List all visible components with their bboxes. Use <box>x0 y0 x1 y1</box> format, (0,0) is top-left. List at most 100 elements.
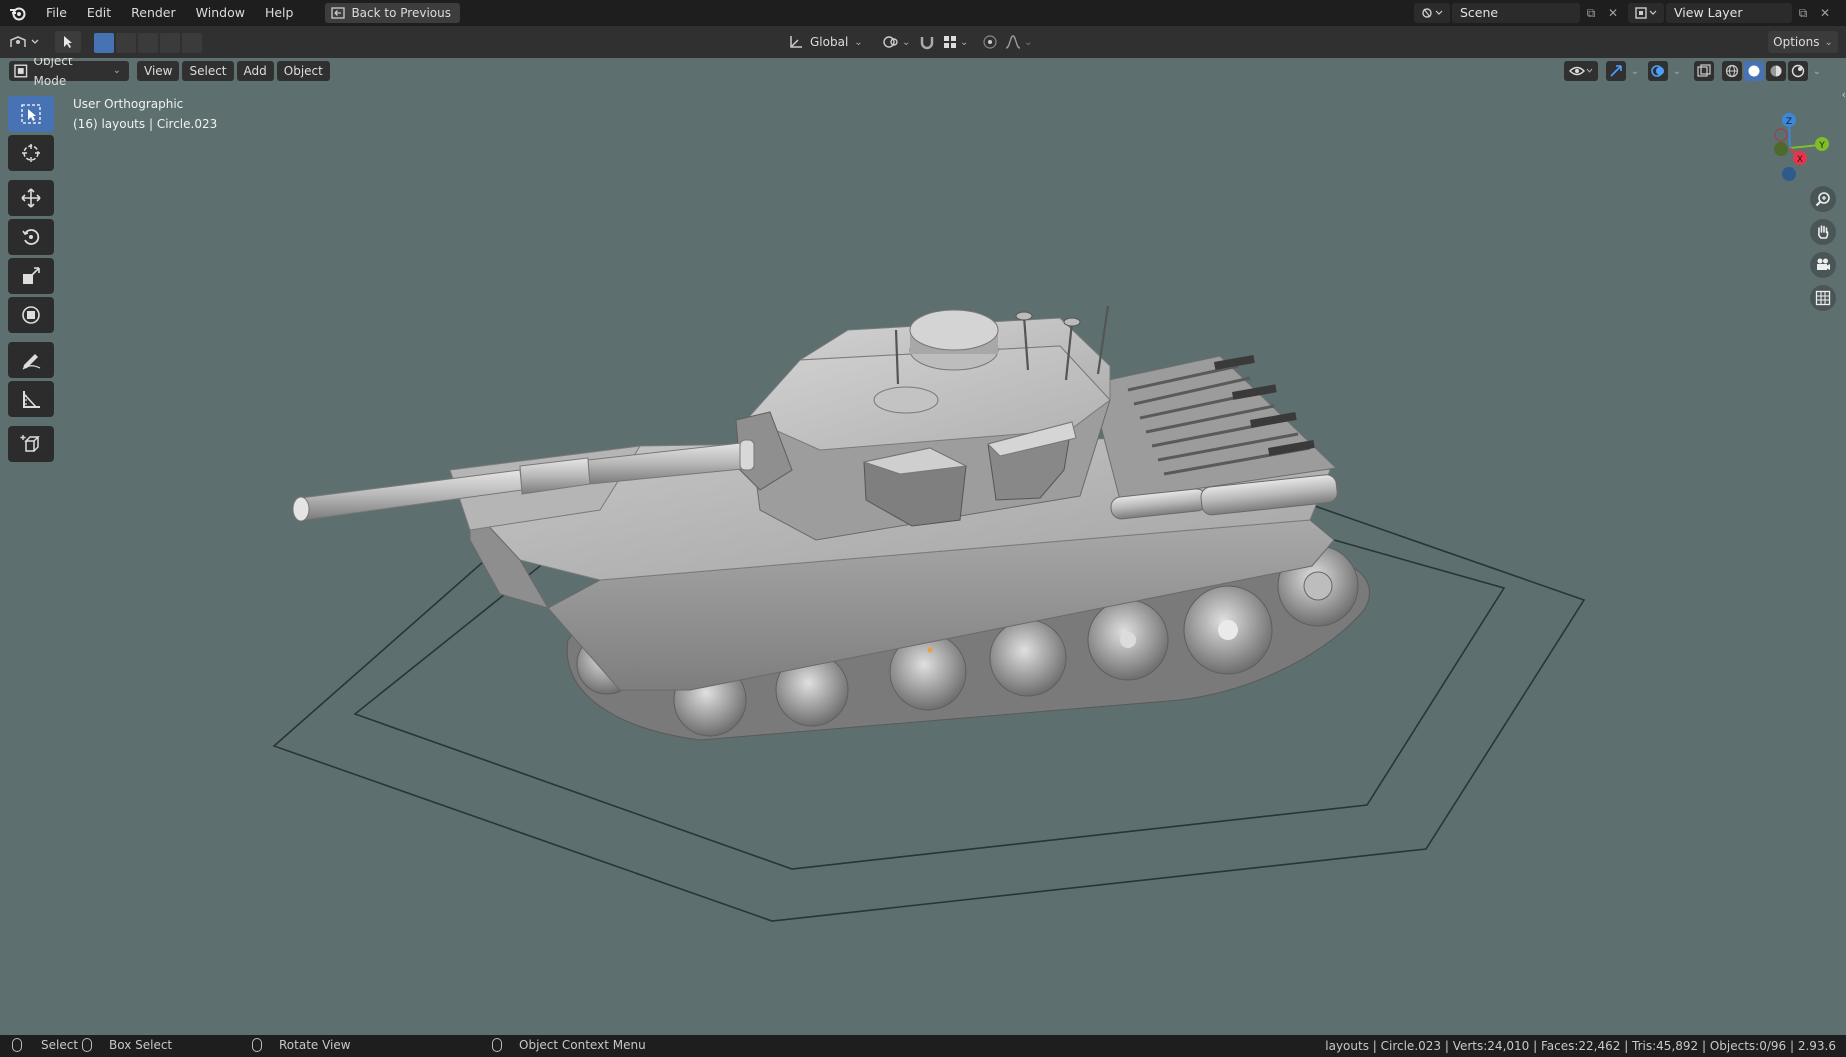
scene-icon <box>1422 8 1443 18</box>
proportional-editing-icon <box>983 35 997 49</box>
add-cube-tool[interactable] <box>8 426 54 462</box>
hint-box-select: Box Select <box>82 1038 172 1052</box>
chevron-down-icon[interactable]: ⌄ <box>1670 61 1684 81</box>
view-layer-icon <box>1635 7 1657 19</box>
left-mouse-icon <box>12 1038 22 1052</box>
select-box-tool[interactable] <box>8 96 54 132</box>
cursor-tool[interactable] <box>8 135 54 171</box>
hint-context-menu: Object Context Menu <box>492 1038 646 1052</box>
menu-help[interactable]: Help <box>255 0 304 26</box>
delete-view-layer-icon[interactable]: ✕ <box>1814 3 1836 23</box>
camera-icon <box>1817 258 1830 270</box>
solid-shading-icon[interactable] <box>1744 61 1764 81</box>
menu-object[interactable]: Object <box>276 61 330 81</box>
gizmo-x-label: X <box>1797 155 1803 165</box>
mode-label: Object Mode <box>33 58 73 88</box>
viewport-visibility-controls: ⌄ ⌄ ⌄ <box>1564 61 1824 81</box>
hint-context-menu-label: Object Context Menu <box>519 1038 646 1052</box>
menu-file[interactable]: File <box>36 0 77 26</box>
menu-window[interactable]: Window <box>186 0 255 26</box>
back-to-previous-button[interactable]: Back to Previous <box>325 3 460 23</box>
pan-view-button[interactable] <box>1810 219 1836 245</box>
viewport-info-overlay: User Orthographic (16) layouts | Circle.… <box>73 94 217 134</box>
rotate-tool[interactable] <box>8 219 54 255</box>
transform-orientation-dropdown[interactable]: Global ⌄ <box>788 31 863 53</box>
select-intersect-mode-icon[interactable] <box>182 33 202 53</box>
scene-name-field[interactable]: Scene <box>1452 3 1580 23</box>
chevron-down-icon: ⌄ <box>960 36 969 48</box>
status-bar: Select Box Select Rotate View Object Con… <box>0 1035 1846 1057</box>
options-dropdown[interactable]: Options ⌄ <box>1768 31 1838 53</box>
active-tool-button[interactable] <box>55 31 81 53</box>
orientation-axes-icon <box>790 36 802 48</box>
rendered-shading-icon[interactable] <box>1788 61 1808 81</box>
menu-select[interactable]: Select <box>182 61 234 81</box>
tool-shelf <box>8 96 54 465</box>
options-label: Options <box>1773 35 1820 49</box>
delete-scene-icon[interactable]: ✕ <box>1602 3 1624 23</box>
scale-tool[interactable] <box>8 258 54 294</box>
snap-target-dropdown[interactable]: ⌄ <box>942 31 968 53</box>
3d-viewport[interactable]: Object Mode ⌄ View Select Add Object ⌄ ⌄ <box>0 58 1846 1035</box>
object-mode-dropdown[interactable]: Object Mode ⌄ <box>9 58 129 88</box>
editor-type-dropdown[interactable] <box>8 31 42 53</box>
transform-tool[interactable] <box>8 297 54 333</box>
proportional-editing-toggle[interactable] <box>982 31 998 53</box>
wireframe-shading-icon[interactable] <box>1722 61 1742 81</box>
back-button-label: Back to Previous <box>351 6 451 20</box>
menu-render[interactable]: Render <box>121 0 186 26</box>
editor-type-icon <box>10 36 39 47</box>
orientation-label: Global <box>810 35 849 49</box>
blender-logo-icon[interactable] <box>0 0 36 26</box>
select-extend-mode-icon[interactable] <box>116 33 136 53</box>
scene-type-dropdown[interactable] <box>1414 3 1450 23</box>
select-set-mode-icon[interactable] <box>94 33 114 53</box>
chevron-down-icon[interactable]: ⌄ <box>1810 61 1824 81</box>
zoom-magnifier-icon <box>1815 192 1830 207</box>
view-layer-name-field[interactable]: View Layer <box>1666 3 1792 23</box>
scene-render <box>272 305 1586 922</box>
select-subtract-mode-icon[interactable] <box>138 33 158 53</box>
gizmo-toggle-icon[interactable] <box>1606 61 1626 81</box>
hint-rotate-view: Rotate View <box>252 1038 351 1052</box>
sidebar-toggle-chevron-icon[interactable]: ‹ <box>1842 88 1846 101</box>
middle-mouse-icon <box>252 1038 262 1052</box>
view-layer-selector: View Layer ⧉ ✕ <box>1628 3 1836 23</box>
gizmo-y-label: Y <box>1818 141 1825 151</box>
top-menu-bar: File Edit Render Window Help Back to Pre… <box>0 0 1846 26</box>
scene-statistics: layouts | Circle.023 | Verts:24,010 | Fa… <box>1325 1039 1836 1053</box>
add-cube-icon <box>20 435 40 452</box>
annotate-pencil-icon <box>22 354 41 370</box>
camera-view-button[interactable] <box>1810 252 1836 278</box>
chevron-down-icon[interactable]: ⌄ <box>1628 61 1642 81</box>
navigation-gizmo[interactable]: Z Y X <box>1740 98 1840 198</box>
object-origin-dot <box>927 647 933 653</box>
hand-icon <box>1817 225 1829 239</box>
proportional-falloff-dropdown[interactable]: ⌄ <box>1004 31 1032 53</box>
material-preview-shading-icon[interactable] <box>1766 61 1786 81</box>
mouse-drag-icon <box>82 1038 92 1052</box>
move-icon <box>21 188 41 208</box>
snap-toggle[interactable] <box>918 31 936 53</box>
view-name-label: User Orthographic <box>73 97 184 111</box>
hint-select: Select <box>12 1038 78 1052</box>
toggle-perspective-button[interactable] <box>1810 285 1836 311</box>
new-view-layer-icon[interactable]: ⧉ <box>1792 3 1814 23</box>
zoom-view-button[interactable] <box>1810 186 1836 212</box>
move-tool[interactable] <box>8 180 54 216</box>
measure-tool[interactable] <box>8 381 54 417</box>
view-layer-type-dropdown[interactable] <box>1628 3 1664 23</box>
selectability-visibility-icon[interactable] <box>1564 61 1598 81</box>
new-scene-icon[interactable]: ⧉ <box>1580 3 1602 23</box>
menu-edit[interactable]: Edit <box>77 0 121 26</box>
annotate-tool[interactable] <box>8 342 54 378</box>
collection-info-label: (16) layouts | Circle.023 <box>73 117 218 131</box>
overlays-toggle-icon[interactable] <box>1648 61 1668 81</box>
menu-view[interactable]: View <box>137 61 180 81</box>
select-invert-mode-icon[interactable] <box>160 33 180 53</box>
pivot-point-dropdown[interactable]: ⌄ <box>882 31 910 53</box>
menu-add[interactable]: Add <box>236 61 274 81</box>
xray-toggle-icon[interactable] <box>1694 61 1714 81</box>
hint-box-select-label: Box Select <box>109 1038 173 1052</box>
chevron-down-icon: ⌄ <box>112 65 121 76</box>
